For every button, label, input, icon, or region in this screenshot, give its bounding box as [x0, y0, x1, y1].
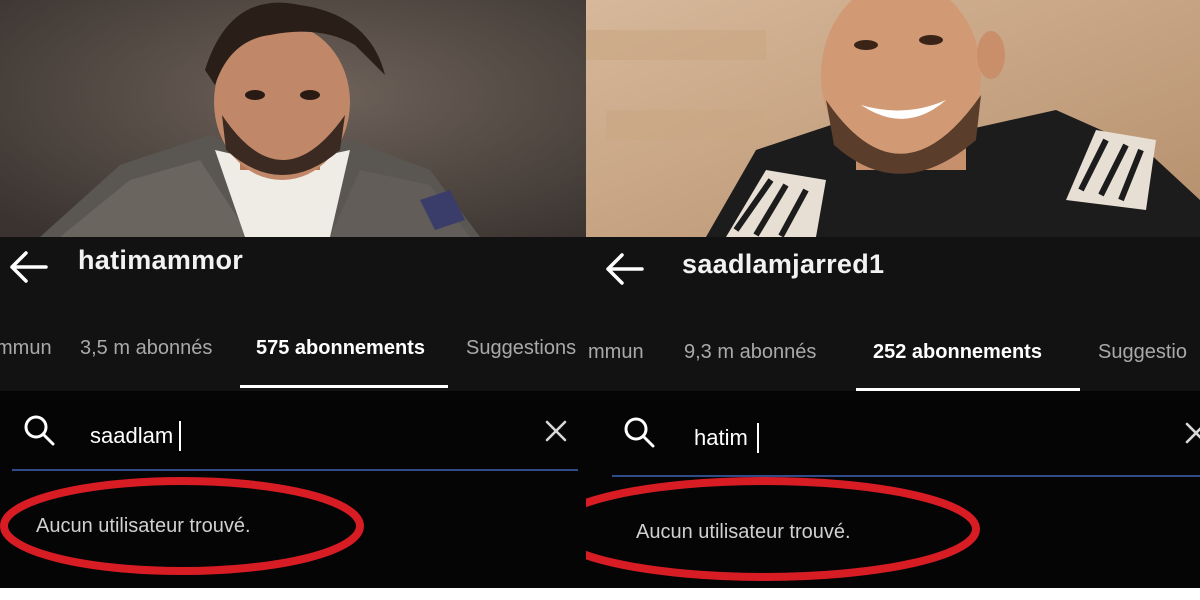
screenshot-left: hatimammor mmun 3,5 m abonnés 575 abonne… — [0, 0, 586, 588]
profile-photo-left — [0, 0, 586, 237]
close-icon[interactable] — [542, 417, 570, 445]
tab-following[interactable]: 575 abonnements — [256, 337, 425, 360]
no-results-message: Aucun utilisateur trouvé. — [36, 515, 251, 537]
tab-followers[interactable]: 9,3 m abonnés — [684, 341, 816, 364]
text-cursor — [757, 423, 759, 453]
active-tab-indicator — [240, 385, 448, 388]
page-title: saadlamjarred1 — [682, 249, 885, 279]
text-cursor — [179, 421, 181, 451]
tab-mutual[interactable]: mmun — [0, 337, 52, 360]
profile-header: saadlamjarred1 — [586, 237, 1200, 297]
search-results-area: Aucun utilisateur trouvé. — [0, 391, 586, 588]
back-arrow-icon[interactable] — [6, 247, 50, 287]
tab-followers[interactable]: 3,5 m abonnés — [80, 337, 212, 360]
profile-header: hatimammor — [0, 237, 586, 297]
page-title: hatimammor — [78, 245, 244, 275]
search-input[interactable] — [694, 421, 1134, 455]
search-results-area: Aucun utilisateur trouvé. — [586, 391, 1200, 588]
screenshot-right: saadlamjarred1 mmun 9,3 m abonnés 252 ab… — [586, 0, 1200, 588]
profile-photo-right — [586, 0, 1200, 237]
search-icon — [22, 413, 56, 447]
back-arrow-icon[interactable] — [602, 249, 646, 289]
search-underline — [12, 469, 578, 471]
no-results-message: Aucun utilisateur trouvé. — [636, 521, 851, 543]
search-underline — [612, 475, 1200, 477]
close-icon[interactable] — [1182, 419, 1200, 447]
search-input[interactable] — [90, 419, 510, 453]
tab-suggestions[interactable]: Suggestions — [466, 337, 576, 360]
follow-tabs: mmun 3,5 m abonnés 575 abonnements Sugge… — [0, 297, 586, 391]
search-icon — [622, 415, 656, 449]
tab-mutual[interactable]: mmun — [588, 341, 644, 364]
follow-tabs: mmun 9,3 m abonnés 252 abonnements Sugge… — [586, 297, 1200, 391]
tab-suggestions[interactable]: Suggestio — [1098, 341, 1187, 364]
tab-following[interactable]: 252 abonnements — [873, 341, 1042, 364]
